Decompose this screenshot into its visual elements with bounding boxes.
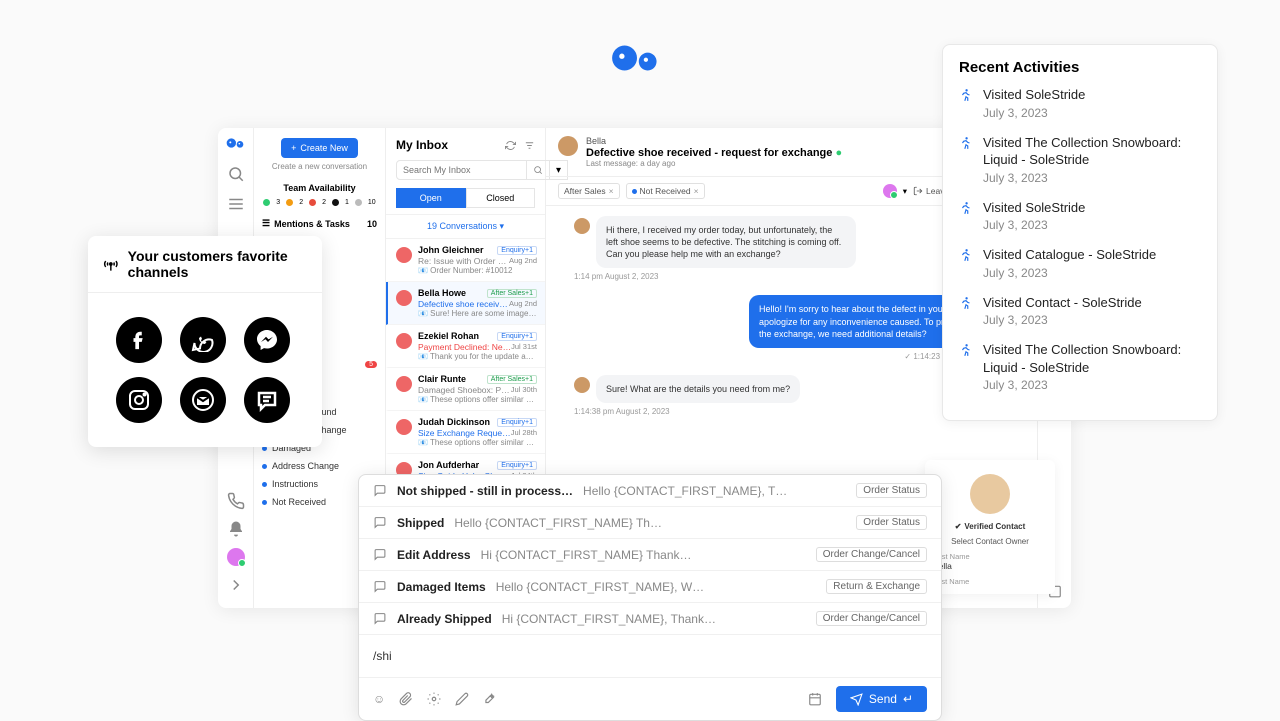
ai-icon[interactable] xyxy=(427,692,441,706)
send-button[interactable]: Send ↵ xyxy=(836,686,927,712)
conversation-item[interactable]: Bella HoweAfter Sales+1Defective shoe re… xyxy=(386,282,545,325)
conversation-count[interactable]: 19 Conversations ▾ xyxy=(386,215,545,239)
filter-icon[interactable] xyxy=(524,140,535,151)
last-name-label: Last Name xyxy=(933,577,1047,586)
contact-photo xyxy=(970,474,1010,514)
select-contact-owner[interactable]: Select Contact Owner xyxy=(933,537,1047,546)
user-avatar[interactable] xyxy=(227,548,245,566)
tag-address-change[interactable]: Address Change xyxy=(262,461,377,471)
assignee-avatar[interactable] xyxy=(883,184,897,198)
sms-icon[interactable] xyxy=(244,377,290,423)
activity-item: Visited The Collection Snowboard: Liquid… xyxy=(959,134,1201,185)
filter-chip[interactable]: Not Received× xyxy=(626,183,705,199)
suggestion-item[interactable]: Damaged ItemsHello {CONTACT_FIRST_NAME},… xyxy=(359,571,941,603)
suggestion-item[interactable]: Edit AddressHi {CONTACT_FIRST_NAME} Than… xyxy=(359,539,941,571)
facebook-icon[interactable] xyxy=(116,317,162,363)
contact-name: Bella xyxy=(586,136,842,146)
broadcast-icon xyxy=(102,253,120,275)
activity-item: Visited Catalogue - SoleStrideJuly 3, 20… xyxy=(959,246,1201,280)
refresh-icon[interactable] xyxy=(505,140,516,151)
conversation-item[interactable]: John GleichnerEnquiry+1Re: Issue with Or… xyxy=(386,239,545,282)
menu-icon[interactable] xyxy=(227,195,245,213)
search-icon[interactable] xyxy=(227,165,245,183)
verified-badge: ✔ Verified Contact xyxy=(933,522,1047,531)
channels-title: Your customers favorite channels xyxy=(128,248,308,280)
activities-title: Recent Activities xyxy=(959,59,1201,76)
activity-item: Visited The Collection Snowboard: Liquid… xyxy=(959,341,1201,392)
tab-open[interactable]: Open xyxy=(396,188,466,208)
conversation-subject: Defective shoe received - request for ex… xyxy=(586,147,842,159)
conversation-item[interactable]: Clair RunteAfter Sales+1Damaged Shoebox:… xyxy=(386,368,545,411)
activity-item: Visited Contact - SoleStrideJuly 3, 2023 xyxy=(959,294,1201,328)
recent-activities-card: Recent Activities Visited SoleStrideJuly… xyxy=(942,44,1218,421)
suggestion-item[interactable]: ShippedHello {CONTACT_FIRST_NAME} Th…Ord… xyxy=(359,507,941,539)
attachment-icon[interactable] xyxy=(399,692,413,706)
suggestion-item[interactable]: Already ShippedHi {CONTACT_FIRST_NAME}, … xyxy=(359,603,941,635)
brand-logo xyxy=(610,42,664,79)
activity-item: Visited SoleStrideJuly 3, 2023 xyxy=(959,199,1201,233)
composer-input[interactable]: /shi xyxy=(359,635,941,677)
inbox-title: My Inbox xyxy=(396,138,448,152)
conversation-item[interactable]: Ezekiel RohanEnquiry+1Payment Declined: … xyxy=(386,325,545,368)
logo-icon xyxy=(226,136,246,153)
magic-icon[interactable] xyxy=(483,692,497,706)
filter-chip[interactable]: After Sales× xyxy=(558,183,620,199)
whatsapp-icon[interactable] xyxy=(180,317,226,363)
messenger-icon[interactable] xyxy=(244,317,290,363)
chevron-right-icon[interactable] xyxy=(227,576,245,594)
team-status-dots: 3 2 2 1 10 xyxy=(262,199,377,206)
create-sub: Create a new conversation xyxy=(262,162,377,171)
activity-item: Visited SoleStrideJuly 3, 2023 xyxy=(959,86,1201,120)
channels-card: Your customers favorite channels xyxy=(88,236,322,447)
contact-avatar xyxy=(558,136,578,156)
customer-message: Sure! What are the details you need from… xyxy=(596,375,800,403)
bell-icon[interactable] xyxy=(227,520,245,538)
tab-closed[interactable]: Closed xyxy=(466,188,536,208)
phone-icon[interactable] xyxy=(227,492,245,510)
team-availability-heading: Team Availability xyxy=(262,183,377,193)
customer-message: Hi there, I received my order today, but… xyxy=(596,216,856,268)
schedule-icon[interactable] xyxy=(808,692,822,706)
mentions-tasks[interactable]: ☰ Mentions & Tasks10 xyxy=(262,218,377,229)
edit-icon[interactable] xyxy=(455,692,469,706)
instagram-icon[interactable] xyxy=(116,377,162,423)
emoji-icon[interactable]: ☺ xyxy=(373,692,385,706)
assignee-dropdown[interactable]: ▾ xyxy=(903,186,907,197)
first-name-value: Bella xyxy=(933,561,1047,571)
message-composer: Not shipped - still in process…Hello {CO… xyxy=(358,474,942,721)
conversation-item[interactable]: Judah DickinsonEnquiry+1Size Exchange Re… xyxy=(386,411,545,454)
search-input[interactable] xyxy=(396,160,527,180)
contact-card: ✔ Verified Contact Select Contact Owner … xyxy=(925,460,1055,594)
first-name-label: First Name xyxy=(933,552,1047,561)
last-message-meta: Last message: a day ago xyxy=(586,159,842,168)
email-icon[interactable] xyxy=(180,377,226,423)
create-new-button[interactable]: +Create New xyxy=(281,138,358,158)
suggestion-item[interactable]: Not shipped - still in process…Hello {CO… xyxy=(359,475,941,507)
